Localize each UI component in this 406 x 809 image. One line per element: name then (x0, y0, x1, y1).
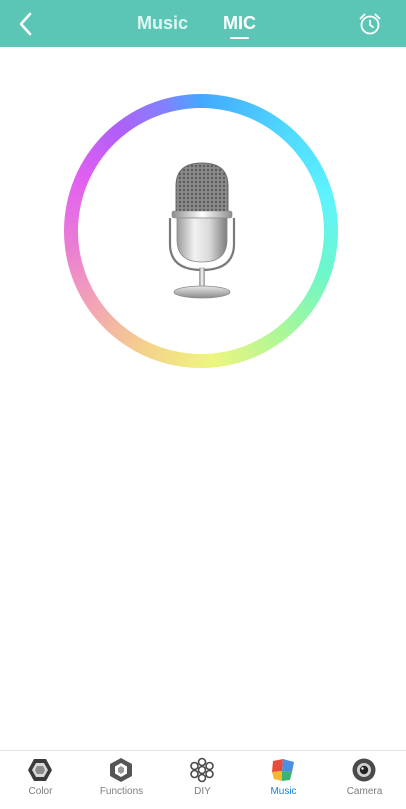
camera-icon (352, 758, 376, 782)
mic-color-ring (64, 94, 338, 368)
header-bar: Music MIC (0, 0, 406, 47)
music-icon (272, 759, 294, 781)
nav-label-functions: Functions (99, 786, 144, 797)
bottom-nav: Color Functions DIY Music Camera (0, 750, 406, 809)
tab-music[interactable]: Music (137, 13, 188, 34)
functions-icon (110, 758, 132, 782)
nav-label-diy: DIY (194, 786, 211, 797)
tab-mic[interactable]: MIC (223, 13, 256, 34)
nav-item-camera[interactable]: Camera (324, 751, 405, 809)
alarm-clock-icon (359, 13, 381, 35)
nav-label-music: Music (270, 786, 297, 797)
chevron-left-icon (19, 12, 32, 36)
back-button[interactable] (14, 10, 40, 38)
nav-label-color: Color (28, 786, 53, 797)
nav-item-color[interactable]: Color (0, 751, 81, 809)
diy-icon (190, 757, 214, 783)
nav-label-camera: Camera (346, 786, 383, 797)
alarm-button[interactable] (357, 11, 383, 37)
nav-item-music[interactable]: Music (243, 751, 324, 809)
color-icon (28, 759, 52, 781)
microphone-button[interactable] (166, 160, 238, 300)
active-tab-indicator (230, 37, 249, 39)
microphone-icon (168, 162, 236, 299)
nav-item-functions[interactable]: Functions (81, 751, 162, 809)
nav-item-diy[interactable]: DIY (162, 751, 243, 809)
